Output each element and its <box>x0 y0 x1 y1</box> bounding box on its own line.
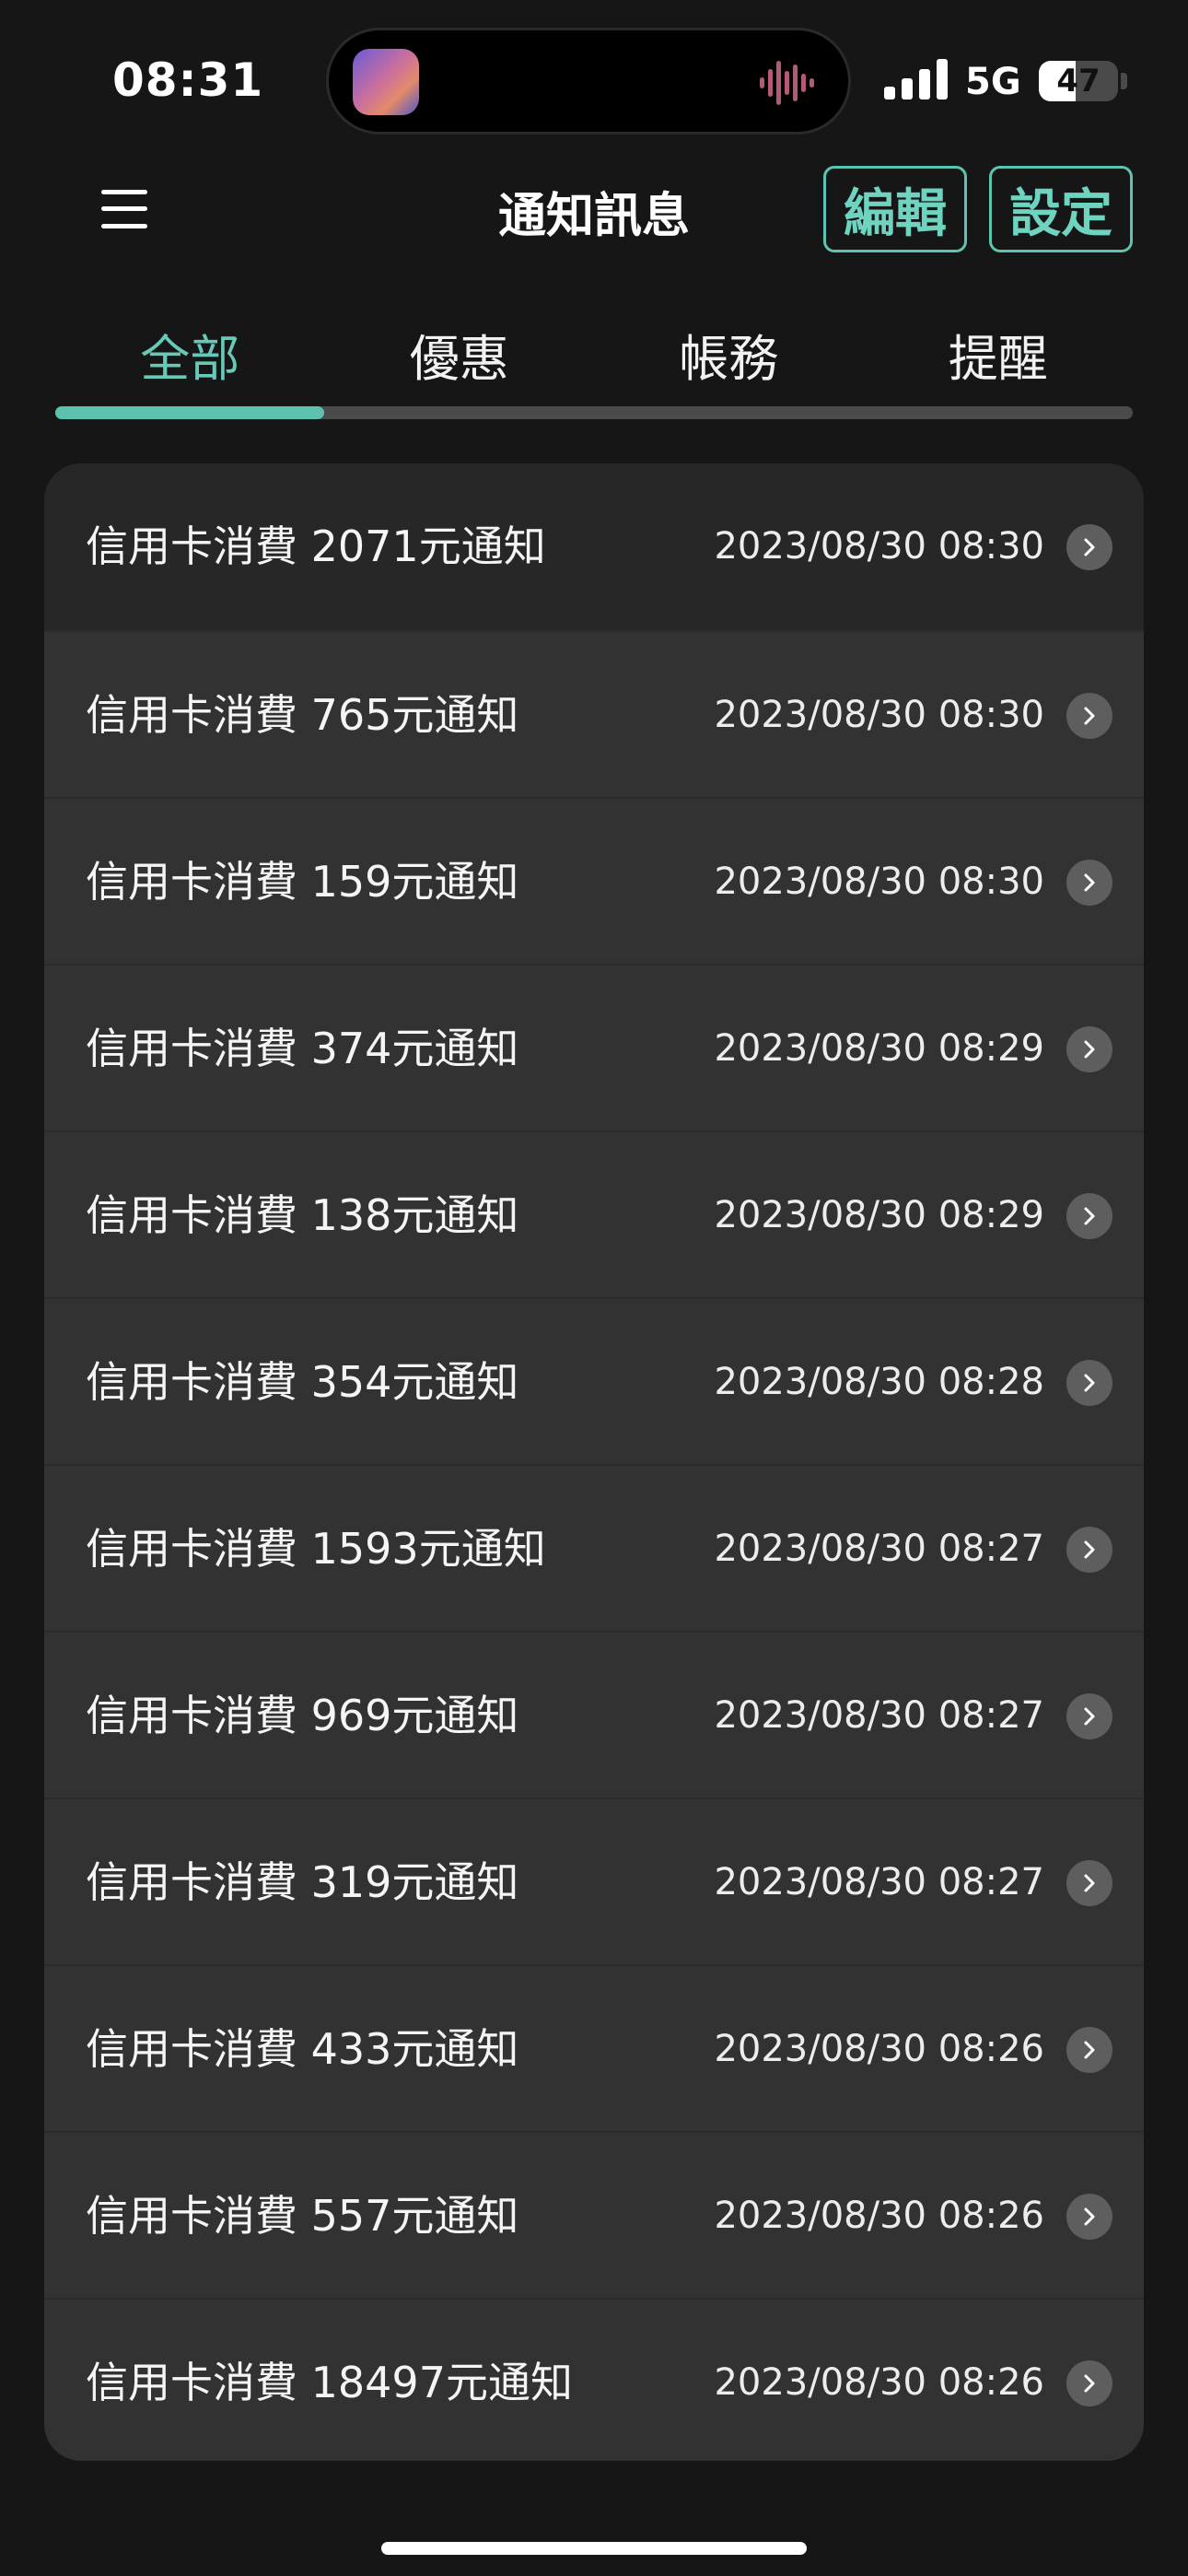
hamburger-menu-icon[interactable] <box>101 190 147 228</box>
status-time: 08:31 <box>112 53 264 107</box>
waveform-icon <box>760 61 814 105</box>
notification-title: 信用卡消費 18497元通知 <box>86 2358 573 2407</box>
notification-row[interactable]: 信用卡消費 433元通知 2023/08/30 08:26 <box>44 1964 1144 2131</box>
notification-title: 信用卡消費 2071元通知 <box>86 521 546 571</box>
chevron-right-icon[interactable] <box>1066 1527 1112 1573</box>
notification-title: 信用卡消費 319元通知 <box>86 1857 519 1907</box>
notification-row[interactable]: 信用卡消費 2071元通知 2023/08/30 08:30 <box>44 463 1144 630</box>
battery-cap <box>1121 73 1127 89</box>
notification-time: 2023/08/30 08:26 <box>714 2361 1044 2404</box>
notification-time: 2023/08/30 08:28 <box>714 1361 1044 1403</box>
category-tabs: 全部 優惠 帳務 提醒 <box>55 322 1133 415</box>
notification-time: 2023/08/30 08:26 <box>714 2195 1044 2237</box>
notification-title: 信用卡消費 159元通知 <box>86 857 519 907</box>
settings-button[interactable]: 設定 <box>989 166 1133 252</box>
notification-time: 2023/08/30 08:29 <box>714 1027 1044 1070</box>
tab-offers[interactable]: 優惠 <box>325 322 595 415</box>
notification-title: 信用卡消費 969元通知 <box>86 1691 519 1740</box>
dynamic-island[interactable] <box>326 28 851 135</box>
notification-time: 2023/08/30 08:27 <box>714 1528 1044 1570</box>
tab-all[interactable]: 全部 <box>55 322 325 415</box>
chevron-right-icon[interactable] <box>1066 1860 1112 1906</box>
notification-title: 信用卡消費 557元通知 <box>86 2191 519 2241</box>
notification-title: 信用卡消費 354元通知 <box>86 1357 519 1407</box>
notification-title: 信用卡消費 1593元通知 <box>86 1524 546 1574</box>
notification-row[interactable]: 信用卡消費 1593元通知 2023/08/30 08:27 <box>44 1464 1144 1631</box>
notification-time: 2023/08/30 08:30 <box>714 694 1044 736</box>
notification-row[interactable]: 信用卡消費 159元通知 2023/08/30 08:30 <box>44 797 1144 964</box>
chevron-right-icon[interactable] <box>1066 1026 1112 1072</box>
notification-list: 信用卡消費 2071元通知 2023/08/30 08:30 信用卡消費 765… <box>44 463 1144 2461</box>
chevron-right-icon[interactable] <box>1066 524 1112 570</box>
notification-row[interactable]: 信用卡消費 374元通知 2023/08/30 08:29 <box>44 964 1144 1130</box>
chevron-right-icon[interactable] <box>1066 693 1112 739</box>
notification-title: 信用卡消費 138元通知 <box>86 1190 519 1240</box>
tab-billing[interactable]: 帳務 <box>594 322 864 415</box>
notification-row[interactable]: 信用卡消費 969元通知 2023/08/30 08:27 <box>44 1631 1144 1797</box>
notification-title: 信用卡消費 765元通知 <box>86 690 519 740</box>
chevron-right-icon[interactable] <box>1066 2194 1112 2240</box>
notification-row[interactable]: 信用卡消費 319元通知 2023/08/30 08:27 <box>44 1797 1144 1964</box>
notification-time: 2023/08/30 08:27 <box>714 1694 1044 1737</box>
tab-reminders[interactable]: 提醒 <box>864 322 1134 415</box>
battery-icon: 47 <box>1039 61 1118 101</box>
edit-button[interactable]: 編輯 <box>823 166 967 252</box>
chevron-right-icon[interactable] <box>1066 2027 1112 2073</box>
notification-title: 信用卡消費 433元通知 <box>86 2024 519 2074</box>
notification-row[interactable]: 信用卡消費 354元通知 2023/08/30 08:28 <box>44 1297 1144 1464</box>
notification-row[interactable]: 信用卡消費 138元通知 2023/08/30 08:29 <box>44 1130 1144 1297</box>
app-screen: 08:31 5G 47 通知訊息 編輯 設定 全部 優惠 帳務 提醒 信用卡消費… <box>0 0 1188 2576</box>
notification-time: 2023/08/30 08:27 <box>714 1861 1044 1903</box>
chevron-right-icon[interactable] <box>1066 2360 1112 2406</box>
notification-time: 2023/08/30 08:30 <box>714 525 1044 568</box>
chevron-right-icon[interactable] <box>1066 1693 1112 1739</box>
notification-row[interactable]: 信用卡消費 765元通知 2023/08/30 08:30 <box>44 630 1144 797</box>
page-title: 通知訊息 <box>497 189 690 244</box>
notification-title: 信用卡消費 374元通知 <box>86 1024 519 1073</box>
notification-row[interactable]: 信用卡消費 18497元通知 2023/08/30 08:26 <box>44 2298 1144 2461</box>
signal-icon <box>884 59 948 100</box>
notification-time: 2023/08/30 08:30 <box>714 861 1044 903</box>
chevron-right-icon[interactable] <box>1066 1193 1112 1239</box>
chevron-right-icon[interactable] <box>1066 1360 1112 1406</box>
home-indicator[interactable] <box>381 2542 807 2555</box>
chevron-right-icon[interactable] <box>1066 860 1112 906</box>
notification-row[interactable]: 信用卡消費 557元通知 2023/08/30 08:26 <box>44 2131 1144 2298</box>
network-type: 5G <box>965 61 1021 103</box>
album-art-icon <box>353 49 419 115</box>
notification-time: 2023/08/30 08:26 <box>714 2028 1044 2070</box>
notification-time: 2023/08/30 08:29 <box>714 1194 1044 1236</box>
battery-level: 47 <box>1056 63 1101 100</box>
tab-indicator <box>55 406 324 419</box>
